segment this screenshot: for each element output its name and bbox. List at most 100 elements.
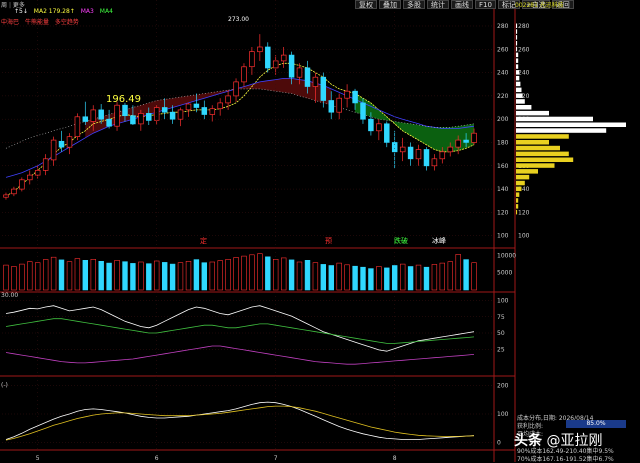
- price-tick-1: 120: [497, 209, 509, 216]
- chip-bar: [516, 145, 560, 151]
- ma-prefix: ↑5↓: [14, 8, 28, 15]
- chip-price-tick-1: 120: [518, 209, 530, 216]
- candle-body: [431, 158, 438, 167]
- volume-bar: [122, 261, 128, 291]
- chip-price-tick-9: 280: [518, 23, 530, 30]
- volume-bar: [185, 260, 192, 291]
- volume-bar: [376, 266, 382, 291]
- fuquan-button[interactable]: 复权: [355, 0, 377, 9]
- volume-bar: [130, 263, 136, 291]
- chip-bar: [516, 87, 522, 93]
- candle-body: [344, 90, 350, 99]
- candle-body: [193, 103, 200, 108]
- volume-bar: [423, 266, 430, 291]
- candle-body: [304, 67, 311, 87]
- candle-body: [399, 146, 406, 153]
- stats-button[interactable]: 统计: [427, 0, 449, 9]
- candle-body: [74, 116, 81, 137]
- volume-bar: [399, 263, 406, 291]
- draw-line-button[interactable]: 画线: [451, 0, 473, 9]
- candle-body: [447, 146, 454, 153]
- candle-body: [130, 115, 136, 125]
- candle-body: [209, 108, 216, 115]
- ma2-label: MA2 179.28↑: [33, 8, 75, 15]
- volume-bar: [439, 262, 445, 291]
- volume-bar: [384, 267, 390, 291]
- profit-ratio-value: 85.0%: [566, 420, 626, 428]
- chip-bar: [516, 122, 626, 127]
- sub-tag-2: 多空趋势: [54, 19, 79, 26]
- macd-legend: (-): [1, 382, 8, 389]
- candle-body: [122, 104, 128, 117]
- f10-button[interactable]: F10: [475, 0, 496, 9]
- candle-body: [455, 139, 461, 148]
- ma4-label: MA4: [99, 8, 113, 15]
- chip-bar: [516, 169, 538, 174]
- candle-body: [27, 174, 33, 181]
- price-tick-7: 240: [497, 70, 509, 77]
- candle-body: [384, 123, 390, 143]
- signal-label-1: 定: [200, 237, 207, 245]
- volume-bar: [11, 266, 17, 291]
- candle-body: [11, 188, 17, 195]
- volume-bar: [193, 259, 200, 291]
- chip-bar: [516, 209, 518, 215]
- x-tick-0: 5: [36, 455, 40, 462]
- chip-bar: [516, 174, 530, 180]
- volume-bar: [146, 263, 152, 291]
- candle-body: [19, 179, 25, 190]
- volume-tick-0: 5000: [497, 270, 512, 277]
- volume-bar: [138, 261, 144, 291]
- candle-body: [90, 109, 97, 122]
- chip-bar: [516, 81, 521, 87]
- watermark-prefix: 头条: [514, 433, 542, 449]
- chip-bar: [516, 157, 574, 162]
- overlay-button[interactable]: 叠加: [379, 0, 401, 9]
- chip-bar: [516, 134, 569, 139]
- macd-series-0: [5, 401, 475, 440]
- candle-body: [257, 46, 263, 53]
- price-tick-8: 260: [497, 46, 509, 53]
- macd-tick-1: 100: [497, 411, 509, 418]
- chip-bar: [516, 186, 522, 192]
- volume-bar: [201, 262, 207, 291]
- volume-bar: [288, 259, 295, 291]
- sub-tag-1: 牛熊能量: [24, 19, 49, 26]
- chip-bar: [516, 75, 520, 81]
- chip-bar: [516, 52, 519, 58]
- candle-body: [177, 109, 184, 120]
- macd-tick-0: 0: [497, 439, 501, 446]
- volume-bar: [34, 262, 41, 291]
- candle-body: [463, 139, 469, 143]
- volume-bar: [447, 261, 453, 291]
- osc-tick-3: 100: [497, 298, 509, 305]
- macd-tick-2: 200: [497, 383, 509, 390]
- candle-body: [201, 107, 208, 115]
- volume-bar: [257, 253, 263, 291]
- chip-price-tick-8: 260: [518, 46, 530, 53]
- volume-bar: [19, 263, 25, 291]
- chart-canvas[interactable]: 1001001201201401401601601801802002002202…: [0, 0, 640, 462]
- volume-bar: [304, 259, 311, 291]
- volume-tick-1: 10000: [497, 252, 516, 259]
- signal-label-2: 预: [325, 237, 332, 245]
- candle-body: [114, 104, 120, 127]
- multi-stock-button[interactable]: 多股: [403, 0, 425, 9]
- volume-bar: [360, 266, 366, 291]
- volume-bar: [352, 265, 358, 291]
- chip-bar: [516, 192, 520, 197]
- volume-bar: [249, 254, 255, 291]
- candle-body: [423, 149, 430, 167]
- volume-bar: [463, 259, 469, 291]
- osc-series-2: [5, 345, 475, 365]
- candle-body: [217, 102, 223, 110]
- candle-body: [249, 51, 255, 68]
- period-label[interactable]: 周: [1, 2, 7, 9]
- candle-body: [146, 113, 152, 121]
- candle-body: [391, 142, 398, 153]
- volume-bar: [328, 265, 334, 291]
- volume-bar: [58, 259, 65, 291]
- volume-bar: [431, 264, 438, 291]
- candle-body: [138, 113, 144, 125]
- chip-bar: [516, 35, 518, 40]
